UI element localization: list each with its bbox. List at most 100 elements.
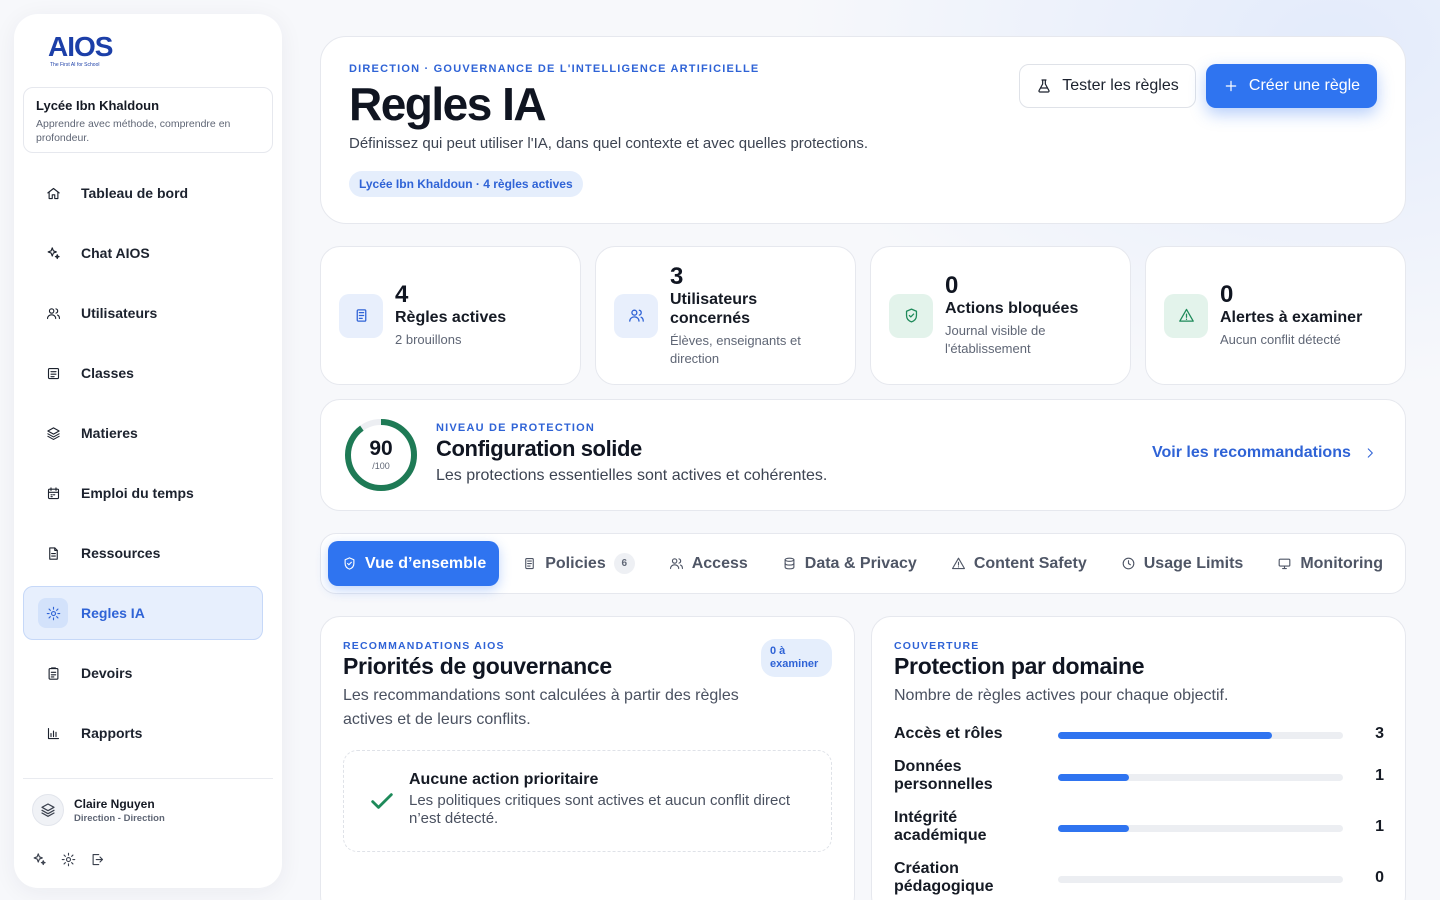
home-icon [38, 178, 68, 208]
logout-icon[interactable] [90, 852, 105, 867]
tab-label: Usage Limits [1143, 554, 1244, 572]
shield-check-icon [889, 293, 933, 338]
users-icon [669, 558, 683, 570]
domain-name: Intégrité académique [894, 809, 987, 844]
stat-label: Alertes à examiner [1220, 309, 1363, 326]
board-icon [38, 358, 68, 388]
warning-icon [1164, 293, 1208, 338]
stat-subtitle: Journal visible de l'établissement [945, 323, 1046, 356]
sidebar-item-label: Ressources [81, 545, 161, 561]
shield-check-icon [344, 557, 355, 570]
sparkles-icon[interactable] [32, 852, 47, 867]
sidebar-item-label: Emploi du temps [81, 485, 194, 501]
protection-level-card: 90 /100 NIVEAU DE PROTECTION Configurati… [320, 399, 1406, 511]
empty-state: Aucune action prioritaire Les politiques… [343, 750, 832, 852]
sidebar-item-ai-rules[interactable]: Regles IA [23, 586, 263, 640]
stat-card-users: 3 Utilisateurs concernés Élèves, enseign… [595, 246, 856, 385]
sidebar-item-label: Tableau de bord [81, 185, 189, 201]
domain-count: 0 [1375, 869, 1384, 886]
stat-card-blocked: 0 Actions bloquées Journal visible de l'… [870, 246, 1131, 385]
users-icon [38, 298, 68, 328]
sidebar-item-timetable[interactable]: Emploi du temps [23, 466, 263, 520]
sidebar-item-label: Utilisateurs [81, 305, 158, 321]
stat-label: Actions bloquées [945, 300, 1079, 317]
school-card[interactable]: Lycée Ibn Khaldoun Apprendre avec méthod… [23, 87, 273, 153]
page-description: Définissez qui peut utiliser l'IA, dans … [349, 135, 868, 152]
school-tagline: Apprendre avec méthode, comprendre en pr… [36, 118, 231, 144]
flask-icon [1038, 79, 1050, 93]
create-rule-button[interactable]: Créer une règle [1206, 64, 1377, 108]
sidebar-item-classes[interactable]: Classes [23, 346, 263, 400]
view-recommendations-label: Voir les recommandations [1152, 444, 1351, 461]
settings-icon[interactable] [61, 852, 76, 867]
domain-name: Accès et rôles [894, 725, 1003, 742]
file-icon [38, 538, 68, 568]
domain-bar-fill [1058, 825, 1130, 832]
coverage-kicker: COUVERTURE [894, 640, 980, 652]
stat-value: 0 [1220, 281, 1234, 308]
domain-bar-fill [1058, 732, 1272, 739]
sidebar: AIOS The First AI for School Lycée Ibn K… [14, 14, 282, 888]
page-title: Regles IA [349, 78, 547, 130]
domain-count: 1 [1375, 767, 1384, 784]
document-icon [339, 293, 383, 338]
tab-bar: Vue d’ensemble Policies 6 Access Data & … [320, 533, 1406, 594]
view-recommendations-link[interactable]: Voir les recommandations [1152, 444, 1377, 462]
protection-kicker: NIVEAU DE PROTECTION [436, 422, 596, 434]
stat-label: Utilisateurs concernés [670, 290, 758, 327]
database-icon [784, 557, 795, 570]
coverage-title: Protection par domaine [894, 653, 1145, 679]
tab-usage-limits[interactable]: Usage Limits [1104, 541, 1261, 586]
domain-bar-track [1058, 774, 1343, 781]
clock-icon [1122, 557, 1135, 570]
status-badge: Lycée Ibn Khaldoun · 4 règles actives [349, 171, 583, 197]
logo-text: AIOS [48, 31, 113, 62]
tab-content-safety[interactable]: Content Safety [934, 541, 1104, 586]
domain-bar-fill [1058, 774, 1130, 781]
logo-tagline: The First AI for School [50, 62, 100, 68]
tab-overview[interactable]: Vue d’ensemble [328, 541, 500, 586]
tab-data-privacy[interactable]: Data & Privacy [765, 541, 934, 586]
sidebar-item-homework[interactable]: Devoirs [23, 646, 263, 700]
protection-score: 90 [369, 437, 393, 460]
tab-label: Policies [545, 554, 606, 572]
sidebar-item-label: Regles IA [81, 605, 145, 621]
stat-card-active-rules: 4 Règles actives 2 brouillons [320, 246, 581, 385]
plus-icon [1225, 80, 1237, 92]
sidebar-item-label: Matieres [81, 425, 138, 441]
tab-label: Monitoring [1300, 554, 1383, 572]
user-profile[interactable]: Claire Nguyen Direction - Direction [32, 794, 165, 826]
recommendations-kicker: RECOMMANDATIONS AIOS [343, 640, 505, 652]
domain-name: Données personnelles [894, 758, 993, 793]
user-name: Claire Nguyen [74, 796, 155, 811]
sidebar-item-subjects[interactable]: Matieres [23, 406, 263, 460]
sidebar-item-dashboard[interactable]: Tableau de bord [23, 166, 263, 220]
domain-bar-track [1058, 732, 1343, 739]
sidebar-item-label: Rapports [81, 725, 143, 741]
create-rule-label: Créer une règle [1248, 77, 1361, 94]
sidebar-item-chat[interactable]: Chat AIOS [23, 226, 263, 280]
to-review-badge: 0 à examiner [761, 639, 832, 677]
test-rules-button[interactable]: Tester les règles [1019, 64, 1196, 108]
sidebar-item-reports[interactable]: Rapports [23, 706, 263, 760]
sidebar-item-resources[interactable]: Ressources [23, 526, 263, 580]
clipboard-icon [38, 658, 68, 688]
avatar [32, 794, 64, 826]
sparkles-icon [38, 238, 68, 268]
stat-value: 0 [945, 272, 959, 299]
recommendations-title: Priorités de gouvernance [343, 653, 612, 679]
tab-access[interactable]: Access [652, 541, 765, 586]
tab-label: Vue d’ensemble [365, 554, 487, 572]
sidebar-divider [23, 778, 273, 779]
sidebar-actions [32, 852, 105, 867]
protection-title: Configuration solide [436, 436, 642, 461]
tab-policies[interactable]: Policies 6 [505, 541, 651, 586]
tab-monitoring[interactable]: Monitoring [1260, 541, 1400, 586]
gear-icon [38, 598, 68, 628]
users-icon [614, 293, 658, 338]
aios-logo[interactable]: AIOS The First AI for School [48, 31, 113, 69]
sidebar-item-users[interactable]: Utilisateurs [23, 286, 263, 340]
stat-value: 4 [395, 281, 409, 308]
stat-label: Règles actives [395, 309, 507, 326]
policies-count-badge: 6 [613, 553, 635, 574]
